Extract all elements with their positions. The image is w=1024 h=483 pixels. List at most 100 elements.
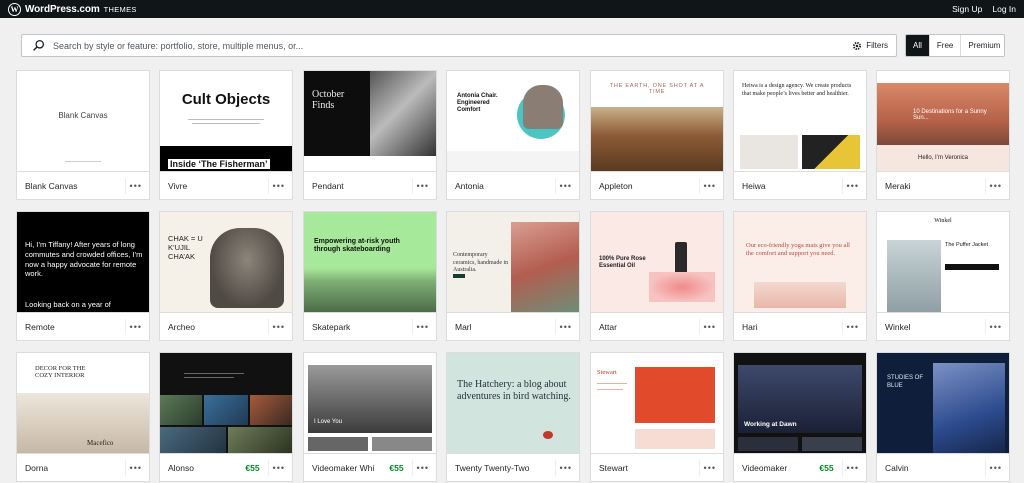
theme-thumbnail[interactable]: Cult Objects Inside ‘The Fisherman’ <box>160 71 292 171</box>
theme-thumbnail[interactable]: 10 Destinations for a Sunny Sun... Hello… <box>877 71 1009 171</box>
more-options-button[interactable]: ••• <box>124 459 142 476</box>
more-options-button[interactable]: ••• <box>698 318 716 335</box>
wordpress-logo-icon[interactable]: W <box>8 2 21 16</box>
more-options-button[interactable]: ••• <box>267 459 285 476</box>
more-options-button[interactable]: ••• <box>984 177 1002 194</box>
theme-card[interactable]: STUDIES OF BLUE Calvin ••• <box>876 352 1010 482</box>
filters-label: Filters <box>866 41 888 50</box>
more-options-button[interactable]: ••• <box>411 177 429 194</box>
theme-card[interactable]: Contemporary ceramics, handmade in Austr… <box>446 211 580 341</box>
theme-card[interactable]: Hi, I’m Tiffany! After years of long com… <box>16 211 150 341</box>
signup-link[interactable]: Sign Up <box>952 4 982 14</box>
theme-name[interactable]: Archeo <box>168 322 268 332</box>
theme-name[interactable]: Dorna <box>25 463 125 473</box>
thumb-text: CHAK = U K’UJIL CHA’AK <box>168 234 203 261</box>
theme-thumbnail[interactable]: Hi, I’m Tiffany! After years of long com… <box>17 212 149 312</box>
theme-name[interactable]: Blank Canvas <box>25 181 125 191</box>
theme-name[interactable]: Hari <box>742 322 842 332</box>
theme-thumbnail[interactable]: I Love You <box>304 353 436 453</box>
theme-name[interactable]: Marl <box>455 322 555 332</box>
filter-premium[interactable]: Premium <box>960 35 1004 56</box>
theme-card[interactable]: Working at Dawn Videomaker €55 ••• <box>733 352 867 482</box>
theme-name[interactable]: Antonia <box>455 181 555 191</box>
theme-name[interactable]: Heiwa <box>742 181 842 191</box>
theme-name[interactable]: Videomaker Whi <box>312 463 389 473</box>
more-options-button[interactable]: ••• <box>984 318 1002 335</box>
theme-thumbnail[interactable]: Our eco-friendly yoga mats give you all … <box>734 212 866 312</box>
theme-card[interactable]: CHAK = U K’UJIL CHA’AK Archeo ••• <box>159 211 293 341</box>
more-options-button[interactable]: ••• <box>124 177 142 194</box>
theme-thumbnail[interactable]: Heiwa is a design agency. We create prod… <box>734 71 866 171</box>
more-options-button[interactable]: ••• <box>841 459 859 476</box>
theme-card[interactable]: Blank Canvas Blank Canvas ••• <box>16 70 150 200</box>
theme-name[interactable]: Videomaker <box>742 463 819 473</box>
filters-button[interactable]: Filters <box>852 41 888 51</box>
theme-thumbnail[interactable]: Antonia Chair. Engineered Comfort <box>447 71 579 171</box>
theme-card[interactable]: THE EARTH, ONE SHOT AT A TIME Appleton ••… <box>590 70 724 200</box>
more-options-button[interactable]: ••• <box>841 177 859 194</box>
theme-thumbnail[interactable]: DECOR FOR THE COZY INTERIOR Macefico <box>17 353 149 453</box>
more-options-button[interactable]: ••• <box>554 459 572 476</box>
theme-name[interactable]: Alonso <box>168 463 245 473</box>
filter-free[interactable]: Free <box>928 35 960 56</box>
theme-thumbnail[interactable]: CHAK = U K’UJIL CHA’AK <box>160 212 292 312</box>
filter-all[interactable]: All <box>906 35 929 56</box>
theme-thumbnail[interactable]: The Hatchery: a blog about adventures in… <box>447 353 579 453</box>
more-options-button[interactable]: ••• <box>841 318 859 335</box>
theme-thumbnail[interactable]: Blank Canvas <box>17 71 149 171</box>
more-options-button[interactable]: ••• <box>554 177 572 194</box>
more-options-button[interactable]: ••• <box>267 318 285 335</box>
theme-card[interactable]: Empowering at-risk youth through skatebo… <box>303 211 437 341</box>
theme-card[interactable]: October Finds Pendant ••• <box>303 70 437 200</box>
thumb-text: Empowering at-risk youth through skatebo… <box>314 238 400 254</box>
theme-thumbnail[interactable]: Stewart <box>591 353 723 453</box>
theme-name[interactable]: Attar <box>599 322 699 332</box>
theme-name[interactable]: Vivre <box>168 181 268 191</box>
theme-thumbnail[interactable]: October Finds <box>304 71 436 171</box>
theme-name[interactable]: Appleton <box>599 181 699 191</box>
theme-card[interactable]: 10 Destinations for a Sunny Sun... Hello… <box>876 70 1010 200</box>
theme-name[interactable]: Winkel <box>885 322 985 332</box>
search-box[interactable]: Filters <box>21 34 897 57</box>
thumb-text: Hello, I’m Veronica <box>917 155 969 161</box>
theme-name[interactable]: Remote <box>25 322 125 332</box>
more-options-button[interactable]: ••• <box>124 318 142 335</box>
theme-card[interactable]: Winkel The Puffer Jacket Winkel ••• <box>876 211 1010 341</box>
theme-name[interactable]: Twenty Twenty-Two <box>455 463 555 473</box>
thumb-text: Antonia Chair. Engineered Comfort <box>457 93 498 114</box>
more-options-button[interactable]: ••• <box>267 177 285 194</box>
theme-card[interactable]: The Hatchery: a blog about adventures in… <box>446 352 580 482</box>
theme-card[interactable]: Cult Objects Inside ‘The Fisherman’ Vivr… <box>159 70 293 200</box>
theme-thumbnail[interactable] <box>160 353 292 453</box>
theme-card[interactable]: Our eco-friendly yoga mats give you all … <box>733 211 867 341</box>
theme-name[interactable]: Stewart <box>599 463 699 473</box>
theme-thumbnail[interactable]: 100% Pure Rose Essential Oil <box>591 212 723 312</box>
theme-card[interactable]: Alonso €55 ••• <box>159 352 293 482</box>
more-options-button[interactable]: ••• <box>698 177 716 194</box>
theme-thumbnail[interactable]: STUDIES OF BLUE <box>877 353 1009 453</box>
theme-card[interactable]: 100% Pure Rose Essential Oil Attar ••• <box>590 211 724 341</box>
more-options-button[interactable]: ••• <box>698 459 716 476</box>
theme-thumbnail[interactable]: THE EARTH, ONE SHOT AT A TIME <box>591 71 723 171</box>
theme-name[interactable]: Calvin <box>885 463 985 473</box>
more-options-button[interactable]: ••• <box>554 318 572 335</box>
more-options-button[interactable]: ••• <box>411 459 429 476</box>
theme-card[interactable]: Antonia Chair. Engineered Comfort Antoni… <box>446 70 580 200</box>
more-options-button[interactable]: ••• <box>984 459 1002 476</box>
brand-name[interactable]: WordPress.com <box>25 4 100 15</box>
search-input[interactable] <box>53 40 853 51</box>
more-options-button[interactable]: ••• <box>411 318 429 335</box>
theme-thumbnail[interactable]: Winkel The Puffer Jacket <box>877 212 1009 312</box>
theme-name[interactable]: Pendant <box>312 181 412 191</box>
theme-card[interactable]: DECOR FOR THE COZY INTERIOR Macefico Dor… <box>16 352 150 482</box>
login-link[interactable]: Log In <box>992 4 1016 14</box>
theme-name[interactable]: Skatepark <box>312 322 412 332</box>
theme-thumbnail[interactable]: Empowering at-risk youth through skatebo… <box>304 212 436 312</box>
theme-card[interactable]: Heiwa is a design agency. We create prod… <box>733 70 867 200</box>
theme-name[interactable]: Meraki <box>885 181 985 191</box>
thumb-text: The Puffer Jacket <box>945 242 989 248</box>
theme-thumbnail[interactable]: Working at Dawn <box>734 353 866 453</box>
theme-thumbnail[interactable]: Contemporary ceramics, handmade in Austr… <box>447 212 579 312</box>
theme-card[interactable]: I Love You Videomaker Whi €55 ••• <box>303 352 437 482</box>
theme-card[interactable]: Stewart Stewart ••• <box>590 352 724 482</box>
